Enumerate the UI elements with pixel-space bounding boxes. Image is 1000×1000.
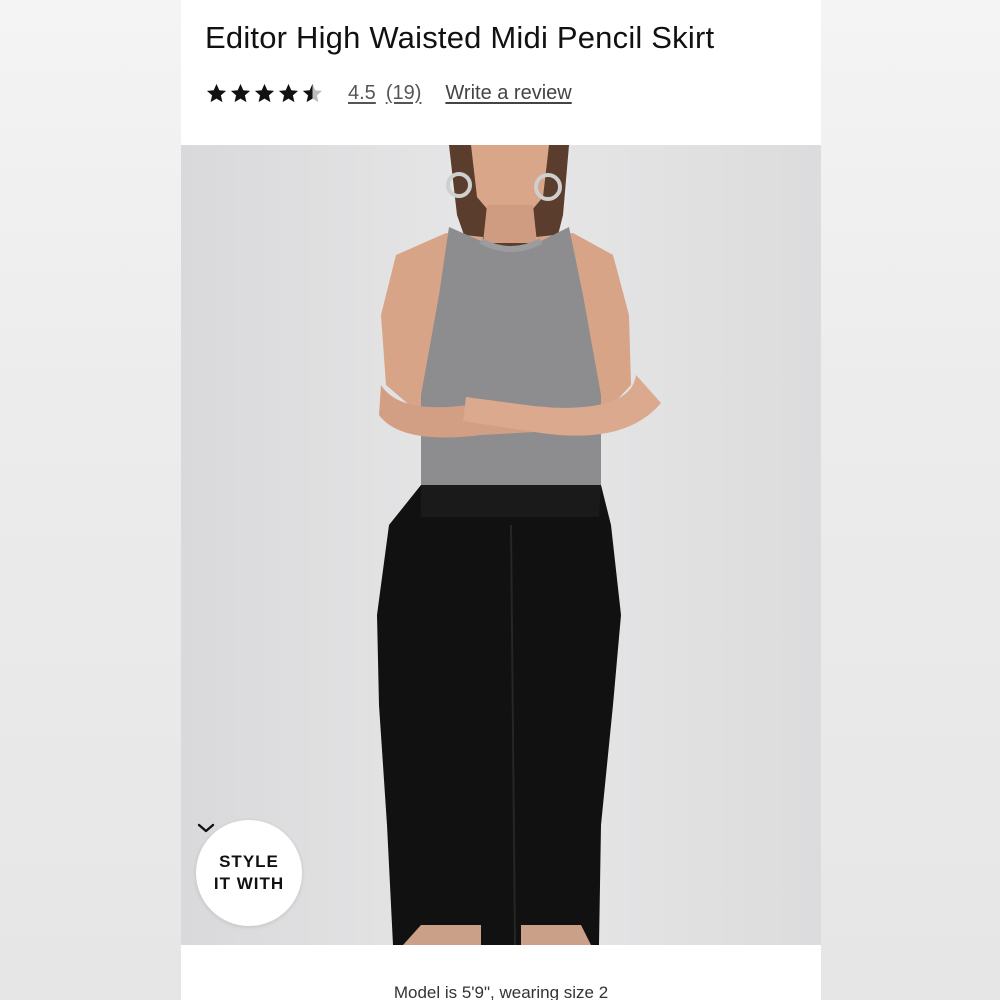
model-illustration	[377, 145, 661, 945]
half-star-icon	[302, 83, 323, 102]
write-review-link[interactable]: Write a review	[445, 82, 571, 105]
model-size-info: Model is 5'9", wearing size 2	[393, 983, 609, 1000]
star-icon	[230, 83, 251, 102]
chevron-down-icon	[197, 823, 215, 833]
review-count-link[interactable]: (19)	[386, 82, 422, 105]
style-it-with-button[interactable]: STYLE IT WITH	[196, 820, 302, 926]
rating-stars	[205, 82, 324, 105]
background-left	[0, 0, 181, 1000]
product-title: Editor High Waisted Midi Pencil Skirt	[205, 20, 715, 55]
product-image: STYLE IT WITH	[181, 145, 821, 945]
rating-row: 4.5 (19) Write a review	[205, 78, 572, 108]
star-icon	[254, 83, 275, 102]
style-it-with-line2: IT WITH	[213, 874, 285, 893]
background-right	[821, 0, 1000, 1000]
star-icon	[278, 83, 299, 102]
rating-value-link[interactable]: 4.5	[348, 82, 376, 105]
product-card: Editor High Waisted Midi Pencil Skirt 4.…	[181, 0, 821, 1000]
star-icon	[206, 83, 227, 102]
style-it-with-line1: STYLE	[219, 852, 279, 871]
